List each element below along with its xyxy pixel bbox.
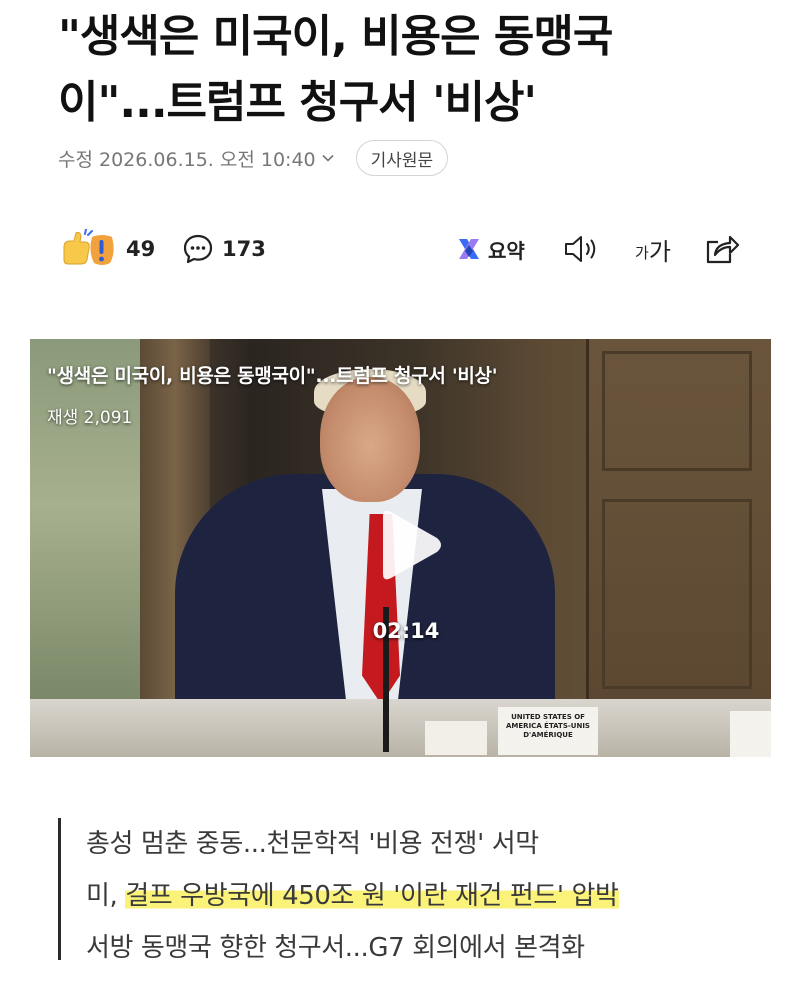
speaker-face — [320, 377, 420, 502]
video-title: "생색은 미국이, 비용은 동맹국이"...트럼프 청구서 '비상' — [47, 365, 498, 387]
comment-button[interactable]: 173 — [182, 226, 266, 272]
listen-icon — [565, 236, 596, 262]
country-nameplate-right — [730, 711, 771, 757]
comment-count: 173 — [222, 237, 266, 261]
summary-icon — [459, 239, 479, 259]
original-article-button[interactable]: 기사원문 — [355, 140, 449, 176]
country-nameplate: UNITED STATES OF AMERICA ÉTATS-UNIS D'AM… — [498, 707, 598, 755]
highlighted-text: 걸프 우방국에 450조 원 '이란 재건 펀드' 압박 — [125, 881, 619, 911]
reaction-button[interactable]: 49 — [58, 226, 155, 272]
chevron-down-icon[interactable] — [322, 152, 334, 164]
video-duration: 02:14 — [372, 619, 440, 643]
listen-button[interactable] — [562, 226, 602, 272]
article-summary: 총성 멈춘 중동...천문학적 '비용 전쟁' 서막 미, 걸프 우방국에 45… — [58, 818, 758, 963]
reaction-icon — [63, 229, 114, 265]
original-article-label: 기사원문 — [370, 150, 434, 171]
article-title-line2: 이"...트럼프 청구서 '비상' — [58, 77, 537, 128]
share-button[interactable] — [704, 226, 740, 272]
action-bar: 49 173 요약 가 가 — [58, 226, 748, 272]
font-size-icon-large: 가 — [648, 237, 671, 266]
video-view-count: 재생 2,091 — [47, 408, 133, 428]
door-panel-top — [602, 351, 752, 471]
modified-timestamp[interactable]: 수정 2026.06.15. 오전 10:40 — [58, 145, 316, 172]
comment-icon — [183, 234, 213, 264]
summary-line-2-prefix: 미, — [86, 881, 118, 911]
summary-label: 요약 — [488, 238, 525, 263]
play-icon[interactable] — [361, 502, 447, 588]
article-title: "생색은 미국이, 비용은 동맹국 이"...트럼프 청구서 '비상' — [58, 4, 758, 136]
article-meta: 수정 2026.06.15. 오전 10:40 기사원문 — [58, 140, 449, 176]
summary-line-1: 총성 멈춘 중동...천문학적 '비용 전쟁' 서막 — [86, 829, 539, 859]
share-icon — [706, 235, 740, 264]
summary-line-3: 서방 동맹국 향한 청구서...G7 회의에서 본격화 — [86, 933, 585, 963]
door-panel-bottom — [602, 499, 752, 689]
g7-logo-card — [425, 721, 487, 755]
font-size-button[interactable]: 가 가 — [635, 226, 671, 272]
reaction-count: 49 — [126, 237, 156, 261]
article-title-line1: "생색은 미국이, 비용은 동맹국 — [58, 11, 613, 62]
video-player[interactable]: UNITED STATES OF AMERICA ÉTATS-UNIS D'AM… — [30, 339, 771, 757]
video-background-window — [30, 339, 145, 757]
summary-line-2: 미, 걸프 우방국에 450조 원 '이란 재건 펀드' 압박 — [86, 870, 758, 922]
font-size-icon: 가 — [635, 243, 649, 262]
conference-table — [30, 699, 771, 757]
summary-button[interactable]: 요약 — [456, 226, 525, 272]
